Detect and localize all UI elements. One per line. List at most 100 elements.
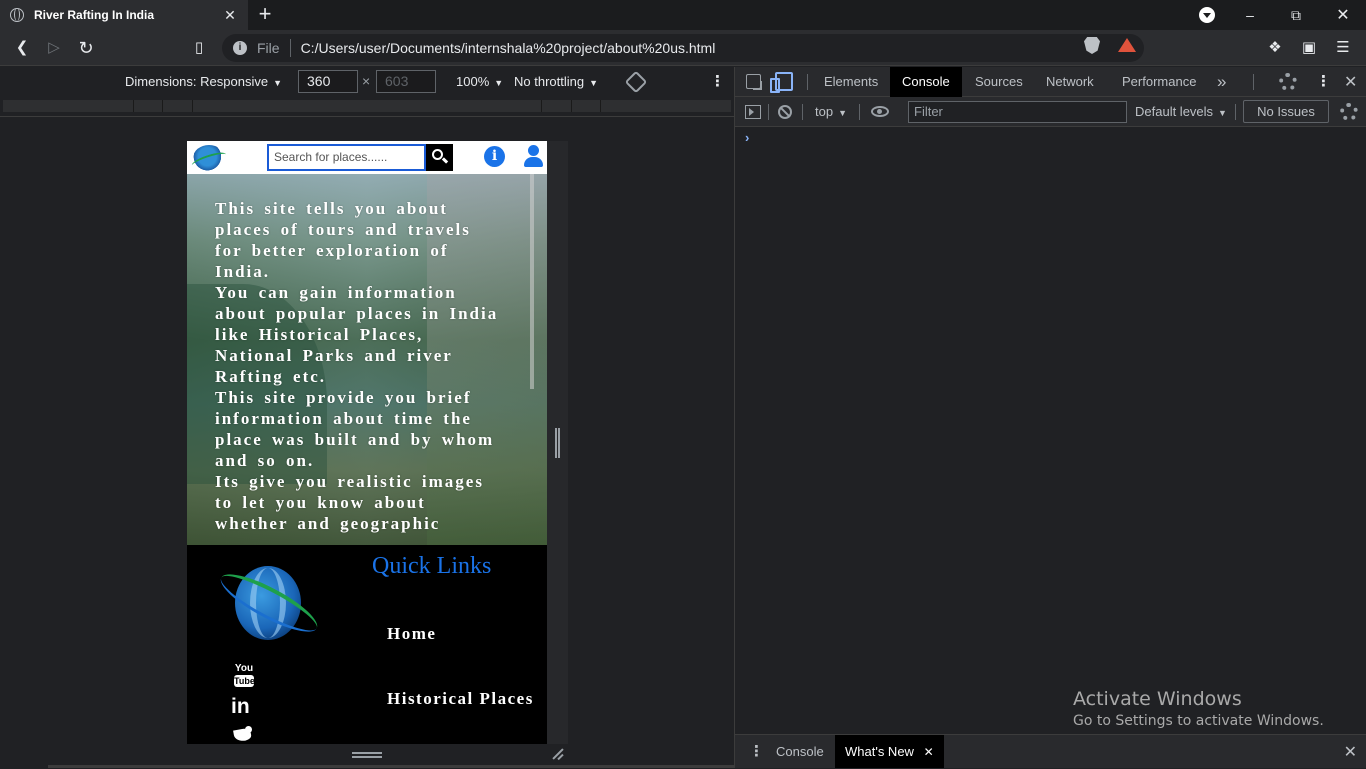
toolbar-divider [1253, 74, 1254, 90]
info-icon[interactable]: i [484, 146, 505, 167]
tab-title: River Rafting In India [34, 8, 155, 22]
settings-gear-icon[interactable] [1279, 73, 1297, 91]
context-label: top [815, 104, 834, 119]
drawer-tab-label: What's New [845, 744, 914, 759]
drawer-menu-icon[interactable]: ⋮ [749, 742, 764, 760]
twitter-icon[interactable] [232, 726, 253, 743]
reload-icon[interactable]: ↻ [76, 38, 96, 58]
zoom-dropdown[interactable]: 100% ▼ [456, 74, 503, 89]
dimensions-label: Dimensions: Responsive [125, 74, 269, 89]
extensions-icon[interactable]: ❖ [1266, 39, 1284, 57]
hero-scrollbar[interactable] [530, 174, 534, 389]
quick-links-title: Quick Links [372, 553, 492, 579]
drawer-tab-console[interactable]: Console [766, 735, 834, 768]
new-tab-button[interactable]: + [254, 3, 276, 25]
bookmark-icon[interactable]: ▯ [189, 38, 209, 58]
corner-resize-handle[interactable] [551, 747, 565, 761]
throttling-dropdown[interactable]: No throttling ▼ [514, 74, 598, 89]
footer-globe-logo [214, 564, 324, 642]
tab-console[interactable]: Console [890, 67, 962, 97]
youtube-icon-tube: Tube [234, 675, 255, 687]
context-selector[interactable]: top ▼ [815, 104, 847, 119]
close-window-button[interactable]: ✕ [1320, 0, 1366, 30]
console-prompt-icon[interactable]: › [745, 130, 749, 145]
device-toggle-icon[interactable] [770, 72, 793, 93]
youtube-icon[interactable]: You Tube [234, 663, 255, 689]
close-devtools-icon[interactable]: ✕ [1344, 72, 1357, 92]
footer-link-home[interactable]: Home [387, 624, 436, 644]
devtools-tab-bar: Elements Console Sources Network Perform… [735, 67, 1366, 97]
live-expression-eye-icon[interactable] [871, 106, 889, 117]
issues-button[interactable]: No Issues [1243, 100, 1329, 123]
rewards-icon[interactable] [1118, 38, 1136, 52]
device-toolbar: Dimensions: Responsive ▼ 360 × 603 100% ▼ … [0, 67, 734, 97]
site-header: Search for places...... i [187, 141, 547, 174]
wallet-icon[interactable]: ▣ [1300, 39, 1318, 57]
width-input[interactable]: 360 [298, 70, 358, 93]
browser-tab[interactable]: River Rafting In India ✕ [0, 0, 248, 30]
chevron-down-icon: ▼ [494, 78, 504, 88]
close-tab-button[interactable]: ✕ [222, 7, 238, 24]
times-separator: × [362, 73, 371, 89]
footer-link-historical-places[interactable]: Historical Places [387, 689, 534, 709]
bottom-resize-handle[interactable] [352, 752, 382, 758]
back-icon[interactable]: ❮ [12, 38, 32, 58]
more-tabs-icon[interactable]: » [1217, 72, 1226, 92]
about-paragraph: You can gain information about popular p… [215, 283, 499, 386]
drawer-tab-whats-new[interactable]: What's New ✕ [835, 735, 944, 768]
ruler-tick [541, 100, 542, 112]
hero-section: This site tells you about places of tour… [187, 174, 547, 545]
console-filter-input[interactable]: Filter [908, 101, 1127, 123]
site-info-icon[interactable]: i [233, 41, 247, 55]
minimize-button[interactable]: – [1227, 0, 1273, 30]
media-query-track[interactable] [3, 100, 731, 112]
watermark-title: Activate Windows [1073, 688, 1242, 710]
clear-console-icon[interactable] [778, 105, 792, 119]
console-output[interactable]: › [735, 128, 1366, 734]
devtools-drawer-bar: ⋮ Console What's New ✕ ✕ [735, 734, 1366, 768]
close-drawer-icon[interactable]: ✕ [1344, 742, 1357, 762]
chevron-down-icon: ▼ [838, 108, 847, 118]
ruler-tick [571, 100, 572, 112]
rotate-icon[interactable] [624, 70, 648, 94]
menu-icon[interactable]: ☰ [1334, 39, 1352, 57]
user-icon-head [528, 145, 539, 156]
tab-sources[interactable]: Sources [963, 67, 1035, 97]
tab-elements[interactable]: Elements [812, 67, 890, 97]
tab-network[interactable]: Network [1034, 67, 1106, 97]
restore-button[interactable]: ⧉ [1273, 0, 1319, 30]
chevron-down-icon: ▼ [1218, 108, 1227, 118]
console-toolbar: top ▼ Filter Default levels ▼ No Issues [735, 97, 1366, 127]
console-sidebar-icon[interactable] [745, 105, 761, 119]
address-bar[interactable]: i File C:/Users/user/Documents/internsha… [222, 34, 1144, 62]
right-resize-handle[interactable] [555, 428, 560, 458]
site-search-input[interactable]: Search for places...... [267, 144, 426, 171]
site-logo[interactable] [193, 145, 225, 171]
user-icon-body [524, 157, 543, 167]
address-separator [289, 39, 291, 57]
ruler-tick [600, 100, 601, 112]
toolbar-divider [859, 104, 860, 120]
height-input[interactable]: 603 [376, 70, 436, 93]
tab-performance[interactable]: Performance [1110, 67, 1208, 97]
site-search-button[interactable] [426, 144, 453, 171]
toolbar-divider [1235, 104, 1236, 120]
device-viewport-area: Search for places...... i This site tell… [0, 118, 734, 768]
url-text[interactable]: C:/Users/user/Documents/internshala%20pr… [301, 40, 716, 56]
log-levels-dropdown[interactable]: Default levels ▼ [1135, 104, 1227, 119]
linkedin-icon[interactable]: in [231, 695, 250, 719]
dimensions-dropdown[interactable]: Dimensions: Responsive ▼ [125, 74, 282, 89]
devtools-panel: Elements Console Sources Network Perform… [734, 67, 1366, 768]
more-options-icon[interactable]: ⋮ [710, 74, 725, 90]
profile-menu-icon[interactable] [1199, 7, 1215, 23]
about-paragraph: This site provide you brief information … [215, 388, 495, 470]
devtools-menu-icon[interactable]: ⋮ [1316, 74, 1331, 90]
site-footer: Quick Links Home Historical Places You T… [187, 545, 547, 744]
forward-icon[interactable]: ▷ [44, 38, 64, 58]
inspect-element-icon[interactable] [746, 74, 761, 89]
console-settings-gear-icon[interactable] [1340, 103, 1358, 121]
close-icon[interactable]: ✕ [924, 745, 934, 759]
browser-toolbar: ❮ ▷ ↻ ▯ i File C:/Users/user/Documents/i… [0, 30, 1366, 66]
activate-windows-watermark: Activate Windows Go to Settings to activ… [1073, 688, 1324, 729]
user-icon[interactable] [524, 145, 543, 167]
